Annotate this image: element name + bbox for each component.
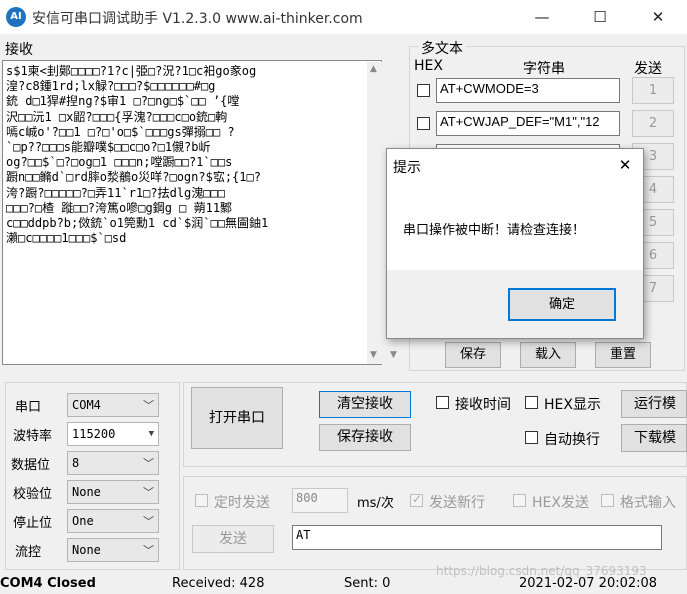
- timed-send-checkbox[interactable]: [195, 494, 208, 507]
- receive-label: 接收: [5, 42, 33, 58]
- app-logo-icon: AI: [6, 7, 26, 27]
- download-mode-button[interactable]: 下载模: [621, 424, 687, 452]
- port-value: COM4: [72, 398, 101, 412]
- send-newline-label: 发送新行: [429, 495, 485, 511]
- send-newline-checkbox[interactable]: [410, 492, 423, 507]
- dialog-title: 提示: [393, 160, 421, 176]
- stopbits-value: One: [72, 514, 94, 528]
- hex-send-label: HEX发送: [532, 495, 589, 511]
- scroll-down-icon[interactable]: ▼: [390, 350, 397, 360]
- received-count: Received: 428: [172, 576, 265, 591]
- close-button[interactable]: ✕: [633, 0, 683, 34]
- row-2-send-button[interactable]: 2: [632, 110, 674, 137]
- status-bar: COM4 Closed Received: 428 Sent: 0 https:…: [0, 564, 687, 594]
- receive-scrollbar[interactable]: ▲ ▼: [367, 62, 382, 364]
- flow-select[interactable]: None ﹀: [67, 538, 159, 562]
- status-datetime: 2021-02-07 20:02:08: [519, 576, 658, 591]
- send-group: [183, 476, 687, 570]
- chevron-down-icon: ﹀: [143, 457, 154, 470]
- send-input[interactable]: AT: [292, 525, 662, 550]
- row-1-send-button[interactable]: 1: [632, 77, 674, 104]
- chevron-down-icon: ﹀: [143, 486, 154, 499]
- receive-textarea[interactable]: s$1柬<刲鄚□□□□?1?c|弫□?況?1□c衵go豙og 湟?c8鍾1rd;…: [2, 60, 382, 365]
- window-title: 安信可串口调试助手 V1.2.3.0 www.ai-thinker.com: [32, 11, 363, 27]
- databits-label: 数据位: [11, 458, 51, 473]
- auto-newline-label: 自动换行: [544, 432, 600, 448]
- row-2-string-input[interactable]: AT+CWJAP_DEF="M1","12: [436, 111, 620, 136]
- auto-newline-checkbox[interactable]: [525, 431, 538, 444]
- sent-count: Sent: 0: [344, 576, 391, 591]
- row-1-string-input[interactable]: AT+CWMODE=3: [436, 78, 620, 103]
- multi-save-button[interactable]: 保存: [445, 342, 501, 368]
- run-mode-button[interactable]: 运行模: [621, 390, 687, 418]
- title-bar: AI 安信可串口调试助手 V1.2.3.0 www.ai-thinker.com…: [0, 0, 687, 34]
- interval-unit-label: ms/次: [357, 496, 394, 511]
- format-input-label: 格式输入: [620, 495, 676, 511]
- port-label: 串口: [15, 400, 42, 415]
- stopbits-select[interactable]: One ﹀: [67, 509, 159, 533]
- dialog-footer: 确定: [387, 270, 643, 338]
- send-button[interactable]: 发送: [192, 525, 274, 553]
- dialog-message: 串口操作被中断！请检查连接！: [403, 223, 586, 238]
- alert-dialog: 提示 ✕ 串口操作被中断！请检查连接！ 确定: [386, 148, 644, 339]
- hex-column-header: HEX: [414, 58, 443, 74]
- flow-value: None: [72, 543, 101, 557]
- databits-select[interactable]: 8 ﹀: [67, 451, 159, 475]
- recv-time-label: 接收时间: [455, 397, 511, 413]
- scroll-up-icon[interactable]: ▲: [370, 64, 377, 74]
- parity-value: None: [72, 485, 101, 499]
- hex-display-label: HEX显示: [544, 397, 601, 413]
- string-column-header: 字符串: [523, 61, 565, 77]
- chevron-down-icon: ﹀: [143, 515, 154, 528]
- maximize-button[interactable]: ☐: [575, 0, 625, 34]
- dialog-close-button[interactable]: ✕: [613, 153, 637, 177]
- baud-label: 波特率: [13, 429, 53, 444]
- chevron-down-icon: ﹀: [143, 544, 154, 557]
- parity-select[interactable]: None ﹀: [67, 480, 159, 504]
- scroll-down-icon[interactable]: ▼: [370, 350, 377, 360]
- recv-time-checkbox[interactable]: [436, 396, 449, 409]
- row-1-hex-checkbox[interactable]: [417, 84, 430, 97]
- parity-label: 校验位: [13, 487, 53, 502]
- databits-value: 8: [72, 456, 80, 470]
- receive-content: s$1柬<刲鄚□□□□?1?c|弫□?況?1□c衵go豙og 湟?c8鍾1rd;…: [6, 64, 269, 246]
- interval-input[interactable]: 800: [292, 488, 348, 513]
- minimize-button[interactable]: —: [517, 0, 567, 34]
- dropdown-arrow-icon: ▼: [148, 429, 154, 439]
- multi-load-button[interactable]: 载入: [520, 342, 576, 368]
- row-2-hex-checkbox[interactable]: [417, 117, 430, 130]
- open-port-button[interactable]: 打开串口: [191, 387, 283, 449]
- send-column-header: 发送: [634, 61, 662, 77]
- hex-send-checkbox[interactable]: [513, 494, 526, 507]
- format-input-checkbox[interactable]: [601, 494, 614, 507]
- stopbits-label: 停止位: [13, 516, 53, 531]
- clear-receive-button[interactable]: 清空接收: [319, 391, 411, 418]
- multi-text-label: 多文本: [418, 38, 466, 58]
- chevron-down-icon: ﹀: [143, 399, 154, 412]
- port-status: COM4 Closed: [0, 576, 96, 591]
- baud-select[interactable]: 115200 ▼: [67, 422, 159, 446]
- baud-value: 115200: [72, 427, 116, 441]
- timed-send-label: 定时发送: [214, 495, 270, 511]
- dialog-ok-button[interactable]: 确定: [508, 288, 616, 321]
- multi-reset-button[interactable]: 重置: [595, 342, 651, 368]
- hex-display-checkbox[interactable]: [525, 396, 538, 409]
- save-receive-button[interactable]: 保存接收: [319, 424, 411, 451]
- flow-label: 流控: [15, 545, 42, 560]
- port-select[interactable]: COM4 ﹀: [67, 393, 159, 417]
